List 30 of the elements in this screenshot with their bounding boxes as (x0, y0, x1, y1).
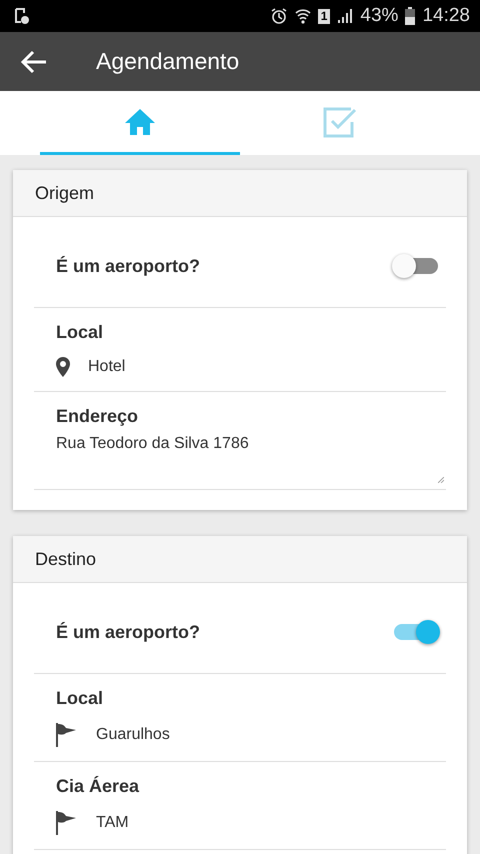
address-field[interactable]: Rua Teodoro da Silva 1786 (56, 435, 424, 483)
field-label: Local (56, 688, 104, 709)
battery-percent: 43% (360, 5, 398, 27)
field-label: É um aeroporto? (56, 622, 200, 642)
field-label: Local (56, 322, 104, 343)
signal-icon (337, 8, 354, 24)
field-label: É um aeroporto? (56, 256, 200, 276)
card-title: Destino (35, 548, 96, 570)
screen-timer-icon (14, 7, 30, 25)
checkbox-icon (323, 106, 357, 138)
toggle-switch[interactable] (392, 620, 440, 644)
card-title: Origem (35, 182, 94, 204)
place-value[interactable]: Hotel (88, 358, 126, 376)
map-pin-icon (56, 357, 70, 377)
place-value[interactable]: TAM (96, 814, 129, 832)
field-label: Cia Áerea (56, 776, 140, 797)
sim-badge: 1 (318, 8, 330, 24)
wifi-icon (294, 7, 311, 25)
toggle-switch[interactable] (392, 254, 440, 278)
clock: 14:28 (422, 5, 470, 27)
field-label: Endereço (56, 406, 140, 427)
place-value[interactable]: Guarulhos (96, 726, 170, 744)
screen-title: Agendamento (96, 48, 240, 75)
flag-icon (56, 723, 78, 747)
resize-grip-icon (438, 477, 444, 483)
back-arrow-icon (20, 50, 48, 74)
home-icon (124, 108, 156, 136)
battery-icon (405, 7, 416, 25)
alarm-icon (270, 7, 288, 25)
flag-icon (56, 811, 78, 835)
